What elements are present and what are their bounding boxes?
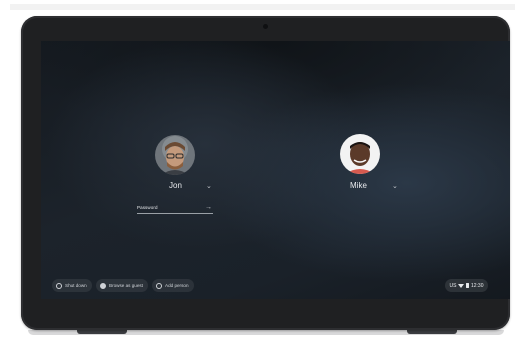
shut-down-label: Shut down <box>65 283 87 288</box>
shut-down-button[interactable]: Shut down <box>52 279 92 292</box>
camera-icon <box>263 24 268 29</box>
guest-icon <box>100 282 106 289</box>
arrow-right-icon[interactable]: → <box>205 204 212 211</box>
locale-indicator: US <box>449 282 457 289</box>
browse-as-guest-label: Browse as guest <box>109 283 143 288</box>
user-name-mike: Mike <box>350 181 367 190</box>
user-name-jon: Jon <box>169 181 182 190</box>
chevron-down-icon[interactable]: ⌄ <box>206 182 212 190</box>
browse-as-guest-button[interactable]: Browse as guest <box>96 279 148 292</box>
status-tray[interactable]: US 12:30 <box>445 279 488 292</box>
user-avatar-jon[interactable] <box>155 135 195 175</box>
wifi-icon <box>458 283 465 288</box>
power-icon <box>56 282 62 289</box>
add-person-label: Add person <box>165 283 189 288</box>
password-underline <box>137 213 213 214</box>
add-person-button[interactable]: Add person <box>152 279 194 292</box>
user-avatar-mike[interactable] <box>340 134 380 174</box>
clock: 12:30 <box>470 282 484 289</box>
battery-icon <box>466 283 469 288</box>
top-strip <box>10 4 515 10</box>
chevron-down-icon[interactable]: ⌄ <box>392 182 398 190</box>
add-person-icon <box>156 282 162 289</box>
login-screen: Jon ⌄ Password → Mike ⌄ <box>41 41 510 299</box>
password-field[interactable]: Password <box>137 205 158 210</box>
